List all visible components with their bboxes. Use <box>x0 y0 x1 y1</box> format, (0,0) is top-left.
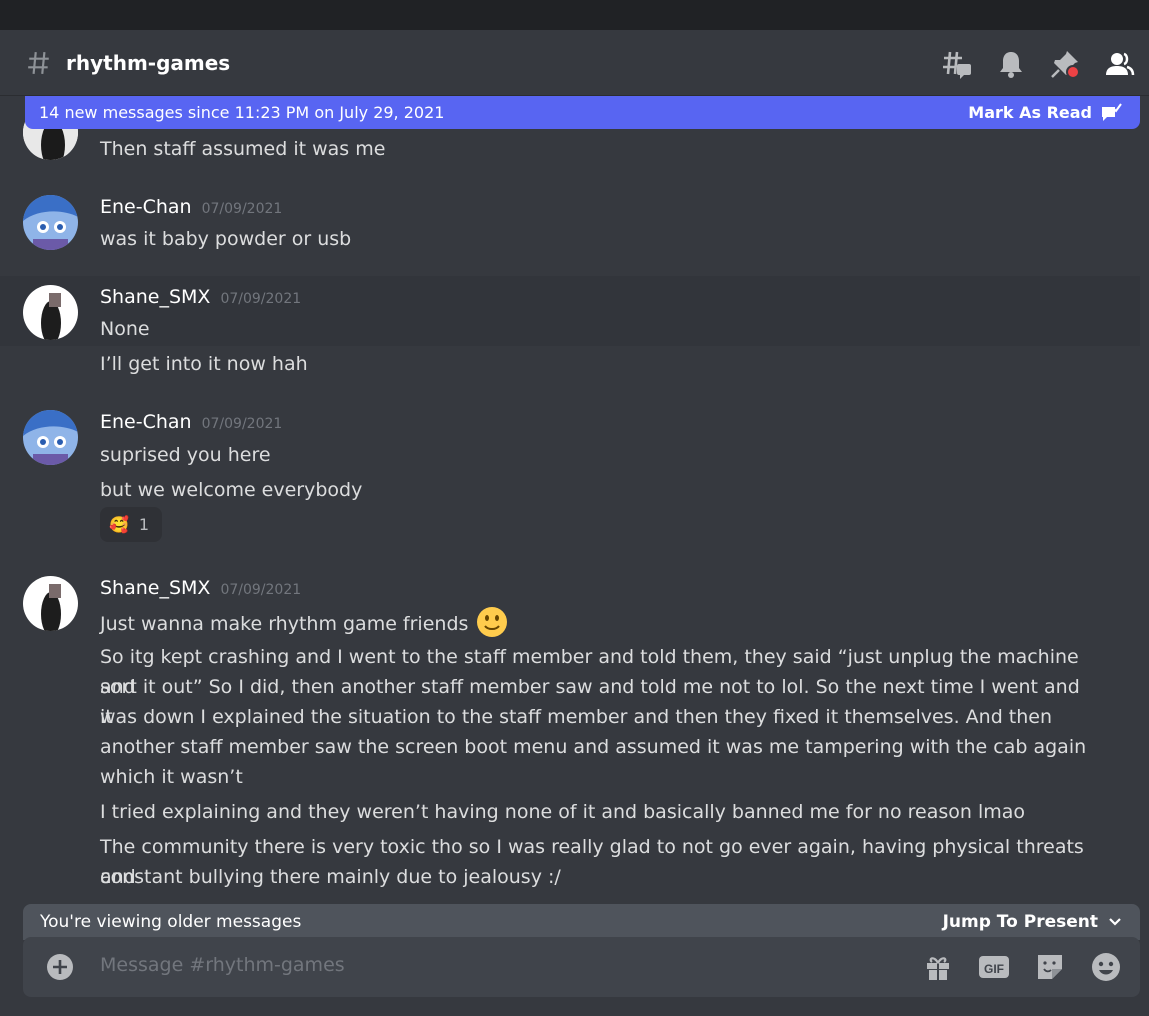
older-messages-text: You're viewing older messages <box>40 912 302 932</box>
message-text: but we welcome everybody <box>100 479 363 501</box>
new-messages-banner[interactable]: 14 new messages since 11:23 PM on July 2… <box>25 96 1140 129</box>
reaction-button[interactable]: 🥰 1 <box>100 507 162 542</box>
username[interactable]: Ene-Chan <box>100 196 192 218</box>
message-text: I’ll get into it now hah <box>100 353 308 375</box>
avatar[interactable] <box>23 285 78 340</box>
message-text: I tried explaining and they weren’t havi… <box>100 801 1026 823</box>
reaction-count: 1 <box>138 515 150 534</box>
gift-icon[interactable] <box>922 951 954 983</box>
message-header: Ene-Chan 07/09/2021 <box>100 411 282 433</box>
message-text: constant bullying there mainly due to je… <box>100 866 561 888</box>
member-list-icon[interactable] <box>1103 48 1135 80</box>
message-header: Shane_SMX 07/09/2021 <box>100 286 301 308</box>
username[interactable]: Ene-Chan <box>100 411 192 433</box>
username[interactable]: Shane_SMX <box>100 286 210 308</box>
message-text-content: Just wanna make rhythm game friends <box>100 613 469 635</box>
message-text: Just wanna make rhythm game friends <box>100 606 1090 639</box>
older-messages-bar: You're viewing older messages Jump To Pr… <box>23 904 1140 940</box>
sticker-icon[interactable] <box>1034 951 1066 983</box>
add-attachment-icon[interactable] <box>46 953 74 981</box>
message-header: Ene-Chan 07/09/2021 <box>100 196 282 218</box>
timestamp: 07/09/2021 <box>201 201 283 217</box>
jump-to-present-label: Jump To Present <box>942 912 1098 932</box>
slightly-smiling-face-icon <box>477 607 508 637</box>
channel-header: rhythm-games <box>0 30 1149 96</box>
chevron-down-icon <box>1109 918 1121 926</box>
channel-hash-icon <box>28 51 49 74</box>
mark-read-icon <box>1102 102 1122 121</box>
avatar[interactable] <box>23 576 78 631</box>
message-text: was it baby powder or usb <box>100 228 352 250</box>
message-text: None <box>100 318 150 340</box>
avatar[interactable] <box>23 195 78 250</box>
threads-icon[interactable] <box>941 48 973 80</box>
title-bar <box>0 0 1149 30</box>
mark-as-read-label: Mark As Read <box>968 103 1092 122</box>
jump-to-present-button[interactable]: Jump To Present <box>943 912 1122 932</box>
message-list[interactable]: Then staff assumed it was me Ene-Chan 07/… <box>0 96 1149 936</box>
username[interactable]: Shane_SMX <box>100 577 210 599</box>
pinned-messages-icon[interactable] <box>1049 48 1081 80</box>
message-text: suprised you here <box>100 444 271 466</box>
message-text: which it wasn’t <box>100 766 243 788</box>
avatar[interactable] <box>23 410 78 465</box>
message-header: Shane_SMX 07/09/2021 <box>100 577 301 599</box>
reaction-emoji: 🥰 <box>109 515 129 534</box>
message-input[interactable]: Message #rhythm-games <box>100 954 345 976</box>
message-text: another staff member saw the screen boot… <box>100 736 1087 758</box>
channel-name: rhythm-games <box>66 50 231 75</box>
emoji-picker-icon[interactable] <box>1090 951 1122 983</box>
notification-bell-icon[interactable] <box>995 48 1027 80</box>
message-composer[interactable]: Message #rhythm-games GIF <box>23 937 1140 997</box>
message-text: Then staff assumed it was me <box>100 138 386 160</box>
timestamp: 07/09/2021 <box>201 416 283 432</box>
message-text: was down I explained the situation to th… <box>100 706 1053 728</box>
svg-text:GIF: GIF <box>984 962 1004 976</box>
gif-icon[interactable]: GIF <box>978 951 1010 983</box>
timestamp: 07/09/2021 <box>220 582 302 598</box>
new-messages-text: 14 new messages since 11:23 PM on July 2… <box>39 103 445 122</box>
mark-as-read-button[interactable]: Mark As Read <box>968 102 1122 123</box>
timestamp: 07/09/2021 <box>220 291 302 307</box>
